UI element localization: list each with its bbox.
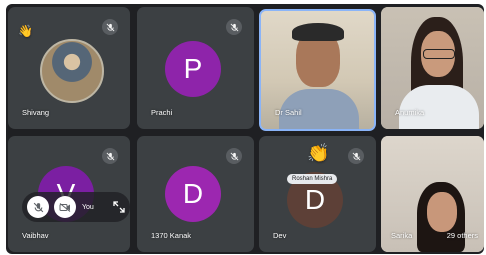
avatar-initial: D	[182, 178, 204, 209]
expand-icon	[113, 201, 125, 213]
glasses-icon	[423, 49, 455, 59]
participant-tile-anumika[interactable]: Anumika	[381, 7, 484, 129]
participant-shirt	[399, 85, 479, 129]
participant-name: 1370 Kanak	[151, 231, 192, 240]
avatar: D	[165, 166, 221, 222]
expand-button[interactable]	[110, 198, 128, 216]
avatar-initial: D	[304, 184, 326, 215]
participant-name: Sarika	[391, 231, 413, 240]
participant-tile-dev[interactable]: D 👏 Roshan Mishra Dev	[259, 136, 376, 252]
mic-off-icon	[348, 148, 364, 164]
mic-off-icon	[102, 148, 118, 164]
participant-photo	[40, 39, 104, 103]
others-count[interactable]: 29 others	[447, 231, 478, 240]
avatar: P	[165, 41, 221, 97]
participant-name: Dr Sahil	[275, 108, 302, 117]
raised-hand-icon: 👋	[18, 24, 33, 38]
participant-name: Prachi	[151, 108, 173, 117]
participant-name: Dev	[273, 231, 287, 240]
camera-off-icon	[59, 202, 71, 212]
self-view-controls: You	[22, 192, 130, 222]
camera-off-button[interactable]	[54, 196, 76, 218]
participant-name: Anumika	[395, 108, 425, 117]
participant-tile-sarika[interactable]: Sarika 29 others	[381, 136, 484, 252]
mic-off-icon	[226, 19, 242, 35]
mic-off-icon	[33, 202, 43, 212]
participant-tile-dr-sahil[interactable]: Dr Sahil	[259, 9, 376, 131]
reaction-sender-label: Roshan Mishra	[287, 174, 338, 184]
participant-tile-shivang[interactable]: 👋 Shivang	[8, 7, 130, 129]
mic-off-icon	[226, 148, 242, 164]
participant-tile-kanak[interactable]: D 1370 Kanak	[137, 136, 254, 252]
self-label: You	[82, 203, 94, 211]
mic-off-button[interactable]	[27, 196, 49, 218]
clapping-hands-icon: 👏	[307, 143, 330, 163]
participant-name: Shivang	[22, 108, 50, 117]
avatar-initial: P	[183, 53, 203, 84]
participant-name: Vaibhav	[22, 231, 49, 240]
participant-tile-prachi[interactable]: P Prachi	[137, 7, 254, 129]
participant-cap	[292, 23, 344, 41]
participant-head	[427, 192, 457, 232]
mic-off-icon	[102, 19, 118, 35]
